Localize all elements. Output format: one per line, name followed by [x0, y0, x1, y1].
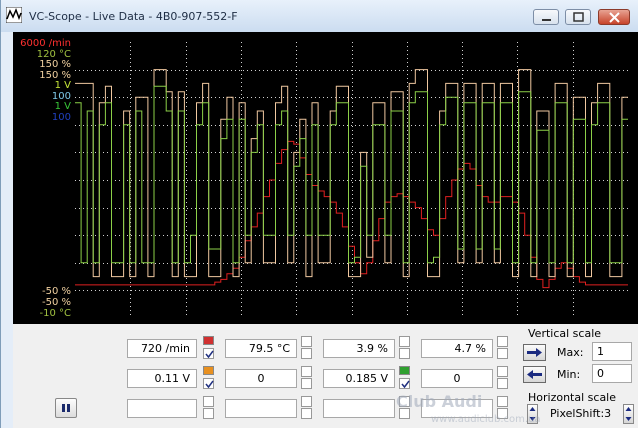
window-title: VC-Scope - Live Data - 4B0-907-552-F — [29, 10, 238, 23]
maximize-button[interactable] — [565, 9, 591, 25]
scale-up-button[interactable] — [523, 344, 546, 361]
app-icon — [6, 7, 22, 23]
value-box-r2-2: 0 — [225, 369, 297, 388]
series-line-0 — [75, 140, 628, 289]
value-box-r2-4: 0 — [421, 369, 493, 388]
y-axis-label: 120 °C — [36, 48, 71, 60]
scope-display: 6000 /min 120 °C 150 % 150 % 1 V 100 1 V 100 -50… — [13, 32, 638, 324]
min-label: Min: — [557, 368, 581, 381]
checkbox-r2-2a[interactable] — [301, 366, 312, 377]
spin-arrows-icon — [625, 407, 632, 421]
checkbox-r2-4[interactable] — [497, 378, 508, 389]
value-box-r3-1 — [127, 399, 197, 418]
arrow-left-icon — [527, 370, 542, 379]
checkbox-r1-4[interactable] — [497, 348, 508, 359]
arrow-right-icon — [527, 348, 542, 357]
value-box-r2-3: 0.185 V — [323, 369, 395, 388]
checkbox-r3-1[interactable] — [203, 408, 214, 419]
close-button[interactable] — [598, 9, 630, 25]
y-axis-label: 150 % — [39, 69, 71, 81]
max-label: Max: — [557, 346, 584, 359]
checkbox-r2-2[interactable] — [301, 378, 312, 389]
horizontal-scale-title: Horizontal scale — [528, 391, 617, 404]
checkbox-r3-2a[interactable] — [301, 396, 312, 407]
checkbox-r3-1a[interactable] — [203, 396, 214, 407]
checkbox-r1-3a[interactable] — [399, 336, 410, 347]
checkbox-r1-3[interactable] — [399, 348, 410, 359]
checkmark-icon — [401, 380, 410, 389]
pause-button[interactable] — [55, 398, 77, 418]
close-icon — [609, 12, 620, 23]
color-swatch-green — [399, 366, 410, 375]
vertical-scale-title: Vertical scale — [528, 327, 602, 340]
y-axis-label: 100 — [51, 111, 71, 123]
value-box-r2-1: 0.11 V — [127, 369, 197, 388]
checkbox-r1-4a[interactable] — [497, 336, 508, 347]
value-box-r3-3 — [323, 399, 395, 418]
watermark-logo: Club Audi — [396, 392, 483, 411]
checkmark-icon — [205, 350, 214, 359]
checkmark-icon — [205, 380, 214, 389]
value-box-r1-3: 3.9 % — [323, 339, 395, 358]
scale-down-button[interactable] — [523, 366, 546, 383]
watermark-url: www.audiclub.com.ua — [431, 414, 541, 425]
value-box-r1-1: 720 /min — [127, 339, 197, 358]
pause-icon — [62, 404, 65, 412]
series-line-1 — [75, 69, 628, 278]
y-axis-label: 1 V — [54, 80, 71, 91]
y-axis-label: -50 % — [41, 286, 71, 297]
y-axis-label: 150 % — [39, 59, 71, 70]
checkbox-r2-1[interactable] — [203, 378, 214, 389]
checkbox-r3-4a[interactable] — [497, 396, 508, 407]
value-box-r3-2 — [225, 399, 297, 418]
y-axis-label: 6000 /min — [20, 38, 71, 49]
minimize-icon — [542, 19, 551, 21]
series-line-2 — [75, 85, 628, 264]
checkbox-r3-2[interactable] — [301, 408, 312, 419]
scope-plot — [75, 42, 628, 318]
y-axis-label: 1 V — [54, 101, 71, 112]
pixel-shift-label: PixelShift:3 — [550, 407, 612, 420]
checkbox-r1-2[interactable] — [301, 348, 312, 359]
vc-scope-window: VC-Scope - Live Data - 4B0-907-552-F 600… — [0, 0, 638, 428]
color-swatch-red — [203, 336, 214, 345]
y-axis-label: -50 % — [41, 297, 71, 308]
value-box-r1-2: 79.5 °C — [225, 339, 297, 358]
max-value-input[interactable]: 1 — [592, 342, 632, 361]
y-axis-label: -10 °C — [39, 308, 72, 319]
checkbox-r2-4a[interactable] — [497, 366, 508, 377]
color-swatch-orange — [203, 366, 214, 375]
minimize-button[interactable] — [533, 9, 559, 25]
checkbox-r2-3[interactable] — [399, 378, 410, 389]
title-bar: VC-Scope - Live Data - 4B0-907-552-F — [1, 0, 638, 32]
checkbox-r1-2a[interactable] — [301, 336, 312, 347]
checkbox-r1-1[interactable] — [203, 348, 214, 359]
restore-icon — [573, 12, 584, 22]
pixel-shift-spin-right[interactable] — [623, 404, 634, 424]
min-value-input[interactable]: 0 — [592, 364, 632, 383]
value-box-r1-4: 4.7 % — [421, 339, 493, 358]
y-axis-label: 100 — [51, 90, 71, 102]
